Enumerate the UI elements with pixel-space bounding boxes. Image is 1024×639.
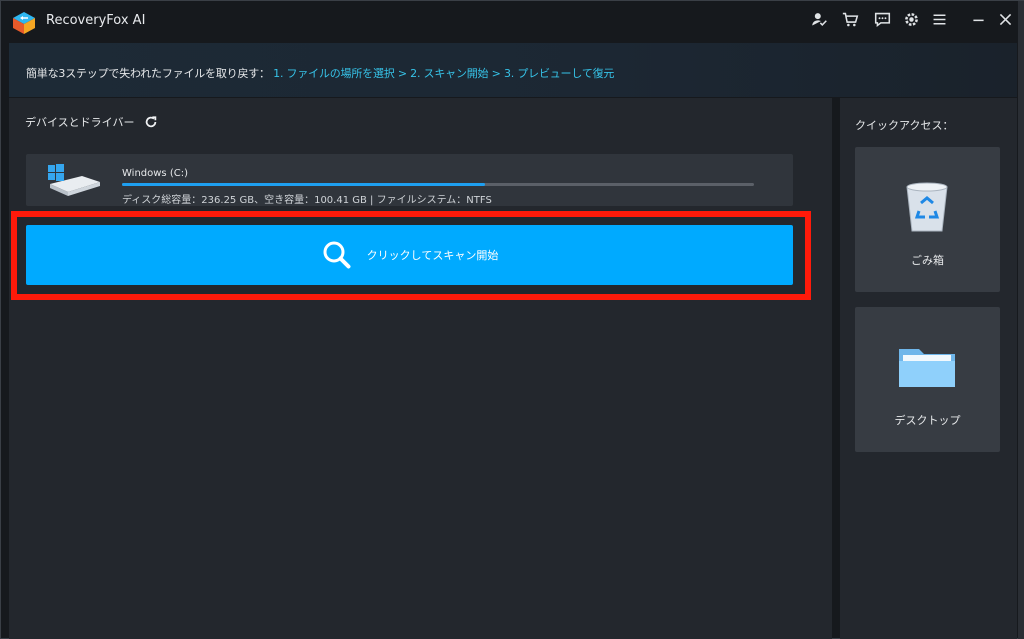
quick-access-desktop[interactable]: デスクトップ (855, 307, 1000, 452)
quick-access-recycle-bin[interactable]: ごみ箱 (855, 147, 1000, 292)
title-bar: RecoveryFox AI (1, 1, 1023, 41)
app-title: RecoveryFox AI (46, 13, 146, 28)
quick-access-panel: クイックアクセス： ごみ箱 デスクトップ (840, 98, 1017, 639)
app-logo-icon (13, 12, 35, 34)
drive-usage-bar (122, 183, 754, 186)
feedback-icon[interactable] (872, 9, 892, 29)
desktop-label: デスクトップ (894, 414, 961, 427)
close-icon[interactable] (995, 9, 1015, 29)
drive-name: Windows (C:) (122, 168, 188, 179)
steps-lead: 簡単な3ステップで失われたファイルを取り戻す： (26, 67, 270, 80)
steps-text: 簡単な3ステップで失われたファイルを取り戻す： 1. ファイルの場所を選択 > … (26, 65, 614, 81)
minimize-icon[interactable] (968, 9, 988, 29)
recycle-bin-label: ごみ箱 (911, 254, 944, 267)
app-window: RecoveryFox AI 簡単な3ステップで失われたファイルを取り戻す： 1… (0, 0, 1024, 639)
account-check-icon[interactable] (809, 9, 829, 29)
drive-info: ディスク総容量：236.25 GB、空き容量：100.41 GB | ファイルシ… (122, 195, 492, 206)
folder-icon (899, 349, 955, 387)
drive-card-c[interactable]: Windows (C:) ディスク総容量：236.25 GB、空き容量：100.… (26, 154, 793, 206)
steps-banner: 簡単な3ステップで失われたファイルを取り戻す： 1. ファイルの場所を選択 > … (9, 43, 1017, 97)
start-scan-button[interactable]: クリックしてスキャン開始 (26, 225, 793, 285)
menu-icon[interactable] (929, 9, 949, 29)
drive-usage-fill (122, 183, 486, 186)
refresh-icon[interactable] (144, 115, 158, 129)
search-icon (323, 241, 351, 269)
start-scan-label: クリックしてスキャン開始 (366, 250, 499, 262)
settings-gear-icon[interactable] (901, 9, 921, 29)
devices-header: デバイスとドライバー (25, 114, 158, 130)
steps-sequence: 1. ファイルの場所を選択 > 2. スキャン開始 > 3. プレビューして復元 (273, 67, 615, 80)
cart-icon[interactable] (840, 9, 860, 29)
devices-title: デバイスとドライバー (25, 116, 135, 129)
devices-panel: デバイスとドライバー Windows (C:) ディスク総容量：236.25 G… (9, 98, 832, 639)
hard-drive-icon (48, 164, 100, 196)
quick-access-title: クイックアクセス： (855, 119, 954, 132)
recycle-bin-icon (906, 182, 948, 232)
window-edge (1018, 1, 1024, 639)
